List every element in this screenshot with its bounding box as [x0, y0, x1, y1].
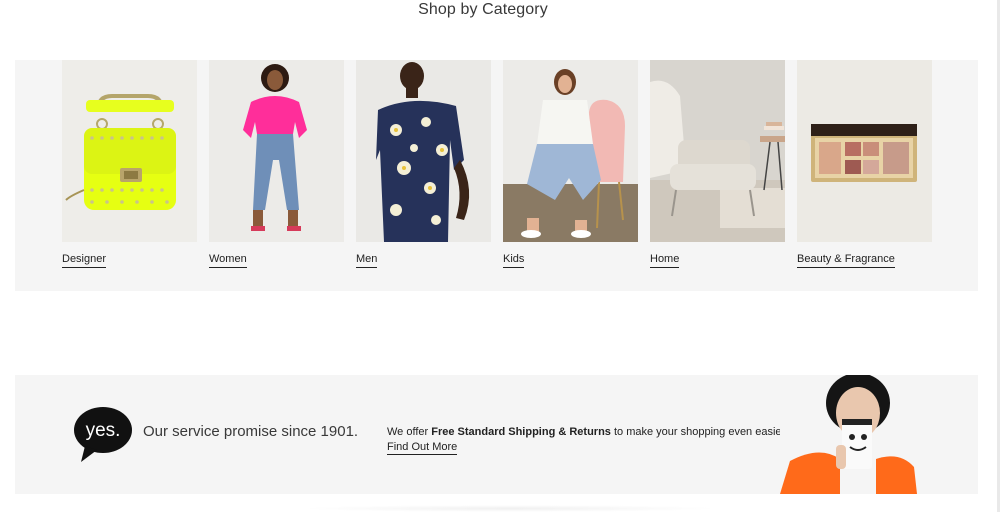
category-label-designer[interactable]: Designer [62, 252, 107, 268]
category-home[interactable]: Home [650, 60, 785, 268]
men-model-image[interactable] [356, 60, 491, 242]
category-strip: Designer Women Men Kids Home Beauty & Fr… [15, 60, 978, 291]
service-promise-text: Our service promise since 1901. [143, 423, 359, 440]
category-designer[interactable]: Designer [62, 60, 197, 268]
offer-prefix: We offer [387, 426, 432, 438]
yes-logo-text: yes. [86, 420, 121, 441]
home-chair-image[interactable] [650, 60, 785, 242]
offer-suffix: to make your shopping even easier. [610, 426, 788, 438]
offer-highlight: Free Standard Shipping & Returns [431, 426, 611, 438]
category-men[interactable]: Men [356, 60, 491, 268]
find-out-more-link[interactable]: Find Out More [387, 440, 458, 455]
designer-handbag-image[interactable] [62, 60, 197, 242]
section-title: Shop by Category [418, 1, 548, 18]
category-women[interactable]: Women [209, 60, 344, 268]
kids-model-image[interactable] [503, 60, 638, 242]
category-label-men[interactable]: Men [356, 252, 378, 268]
beauty-palette-image[interactable] [797, 60, 932, 242]
bottom-shadow [300, 505, 720, 512]
category-label-beauty-fragrance[interactable]: Beauty & Fragrance [797, 252, 895, 268]
promo-model-image [780, 375, 917, 494]
women-model-image[interactable] [209, 60, 344, 242]
category-label-home[interactable]: Home [650, 252, 680, 268]
shipping-offer-text: We offer Free Standard Shipping & Return… [387, 425, 788, 439]
yes-logo-icon: yes. [73, 406, 133, 462]
service-promise-banner: yes. Our service promise since 1901. We … [15, 375, 978, 494]
category-label-women[interactable]: Women [209, 252, 247, 268]
category-kids[interactable]: Kids [503, 60, 638, 268]
category-label-kids[interactable]: Kids [503, 252, 525, 268]
category-beauty-fragrance[interactable]: Beauty & Fragrance [797, 60, 932, 268]
